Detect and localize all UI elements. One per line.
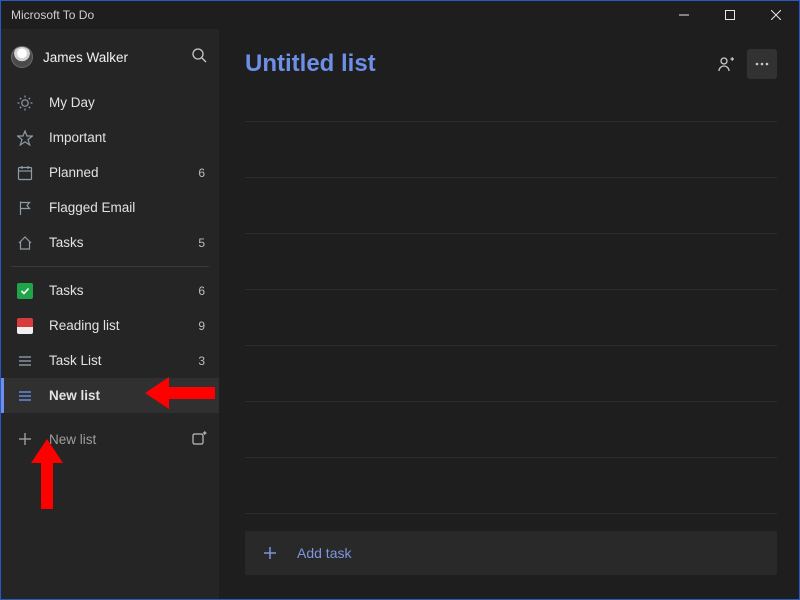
new-list-button[interactable]: New list [1,419,219,459]
new-list-label: New list [49,432,191,447]
ellipsis-icon [754,56,770,72]
sidebar-list-reading-list[interactable]: Reading list 9 [1,308,219,343]
avatar [11,46,33,68]
home-icon [15,233,35,253]
star-icon [15,128,35,148]
sidebar-item-count: 3 [198,354,205,368]
window-title: Microsoft To Do [11,8,94,22]
minimize-icon [679,10,689,20]
sidebar-item-planned[interactable]: Planned 6 [1,155,219,190]
app-window: Microsoft To Do James Walker [0,0,800,600]
sidebar-item-label: Reading list [49,318,198,333]
more-options-button[interactable] [747,49,777,79]
sun-icon [15,93,35,113]
add-task-input[interactable]: Add task [245,531,777,575]
maximize-icon [725,10,735,20]
user-lists: Tasks 6 Reading list 9 Task List 3 [1,273,219,413]
red-square-icon [15,316,35,336]
share-button[interactable] [711,49,741,79]
calendar-icon [15,163,35,183]
sidebar-item-count: 6 [198,284,205,298]
account-name: James Walker [43,50,191,65]
sidebar-item-label: Flagged Email [49,200,205,215]
sidebar: James Walker My Day Importan [1,29,219,599]
main-pane: Untitled list Add task [219,29,799,599]
new-group-button[interactable] [191,430,207,449]
close-icon [771,10,781,20]
flag-icon [15,198,35,218]
plus-icon [15,429,35,449]
sidebar-item-label: New list [49,388,205,403]
sidebar-item-label: Tasks [49,235,198,250]
titlebar: Microsoft To Do [1,1,799,29]
task-lines [245,121,777,599]
new-group-icon [191,430,207,446]
sidebar-list-task-list[interactable]: Task List 3 [1,343,219,378]
sidebar-item-count: 6 [198,166,205,180]
sidebar-item-count: 9 [198,319,205,333]
sidebar-item-my-day[interactable]: My Day [1,85,219,120]
main-header: Untitled list [245,29,777,99]
smart-lists: My Day Important Planned 6 [1,85,219,260]
sidebar-list-tasks[interactable]: Tasks 6 [1,273,219,308]
sidebar-item-label: My Day [49,95,205,110]
sidebar-item-important[interactable]: Important [1,120,219,155]
list-icon [15,386,35,406]
person-add-icon [717,55,735,73]
sidebar-list-new-list[interactable]: New list [1,378,219,413]
sidebar-divider [11,266,209,267]
task-area [245,99,777,599]
sidebar-item-label: Task List [49,353,198,368]
sidebar-item-count: 5 [198,236,205,250]
minimize-button[interactable] [661,1,707,29]
sidebar-item-label: Tasks [49,283,198,298]
list-icon [15,351,35,371]
app-body: James Walker My Day Importan [1,29,799,599]
search-button[interactable] [191,47,207,68]
search-icon [191,47,207,63]
sidebar-item-label: Important [49,130,205,145]
add-task-label: Add task [297,545,351,561]
checkbox-checked-icon [15,281,35,301]
sidebar-item-flagged-email[interactable]: Flagged Email [1,190,219,225]
sidebar-item-label: Planned [49,165,198,180]
list-title[interactable]: Untitled list [245,50,705,78]
plus-icon [261,544,279,562]
maximize-button[interactable] [707,1,753,29]
sidebar-item-tasks[interactable]: Tasks 5 [1,225,219,260]
account-row[interactable]: James Walker [1,29,219,85]
close-button[interactable] [753,1,799,29]
